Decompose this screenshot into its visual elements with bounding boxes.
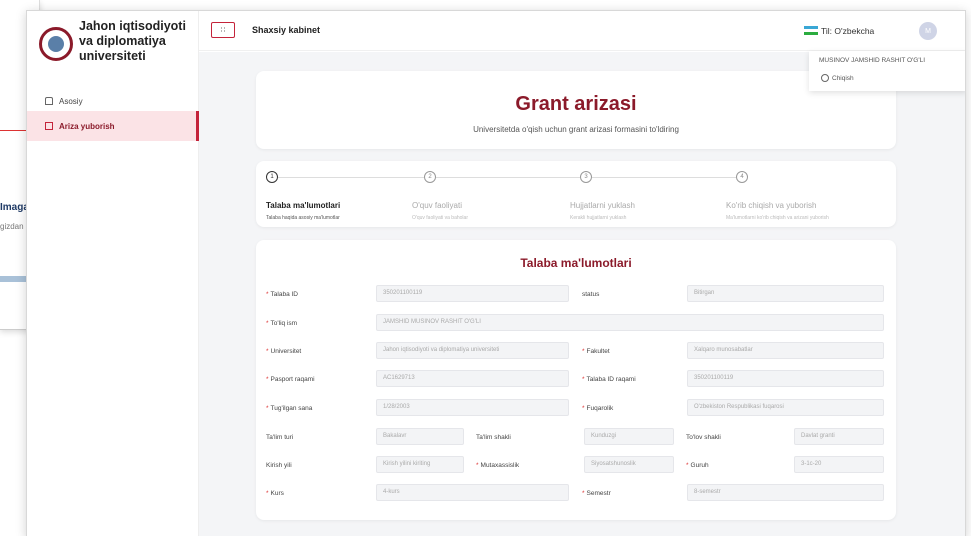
uzbek-flag-icon[interactable] (804, 26, 818, 35)
edu-type-input[interactable]: Bakalavr (376, 428, 464, 445)
citizenship-label: * Fuqarolik (582, 405, 614, 412)
passport-label: * Pasport raqami (266, 376, 315, 383)
step-4[interactable]: 4 Ko'rib chiqish va yuborish Ma'lumotlar… (726, 171, 829, 221)
step-title: Ko'rib chiqish va yuborish (726, 201, 817, 210)
step-number: 4 (736, 171, 748, 183)
status-input[interactable]: Bitirgan (687, 285, 884, 302)
university-logo (39, 27, 73, 61)
topbar: ∷ Shaxsiy kabinet Til: O'zbekcha M (199, 11, 965, 51)
grant-header-card: Grant arizasi Universitetda o'qish uchun… (256, 71, 896, 149)
talaba-id-label: * Talaba ID (266, 291, 298, 298)
stepper: 1 Talaba ma'lumotlari Talaba haqida asos… (256, 161, 896, 227)
step-number: 1 (266, 171, 278, 183)
grid-icon: ∷ (220, 27, 226, 34)
step-title: Talaba ma'lumotlari (266, 201, 341, 210)
entry-year-input[interactable]: Kirish yilini kiriting (376, 456, 464, 473)
step-number: 3 (580, 171, 592, 183)
course-label: * Kurs (266, 490, 284, 497)
step-number: 2 (424, 171, 436, 183)
university-input[interactable]: Jahon iqtisodiyoti va diplomatiya univer… (376, 342, 569, 359)
step-desc: Kerakli hujjatlarni yuklash (570, 215, 627, 221)
main-content: Grant arizasi Universitetda o'qish uchun… (199, 52, 965, 536)
form-title: Talaba ma'lumotlari (520, 256, 632, 270)
student-info-form: Talaba ma'lumotlari * Talaba ID 350201100… (256, 240, 896, 520)
document-icon (45, 122, 53, 130)
talaba-id-input[interactable]: 350201100119 (376, 285, 569, 302)
step-3[interactable]: 3 Hujjatlarni yuklash Kerakli hujjatlarn… (570, 171, 635, 221)
logout-label: Chiqish (832, 74, 854, 82)
birth-date-label: * Tug'ilgan sana (266, 405, 313, 412)
specialty-input[interactable]: Siyosatshunoslik (584, 456, 674, 473)
full-name-label: * To'liq ism (266, 320, 298, 327)
sidebar-item-apply[interactable]: Ariza yuborish (27, 111, 199, 141)
semester-label: * Semestr (582, 490, 611, 497)
sidebar-item-label: Ariza yuborish (59, 121, 115, 131)
passport-input[interactable]: AC1629713 (376, 370, 569, 387)
semester-input[interactable]: 8-semestr (687, 484, 884, 501)
step-desc: Ma'lumotlarni ko'rib chiqish va arizani … (726, 215, 829, 221)
logout-button[interactable]: Chiqish (821, 74, 854, 82)
course-input[interactable]: 4-kurs (376, 484, 569, 501)
full-name-input[interactable]: JAMSHID MUSINOV RASHIT O'G'LI (376, 314, 884, 331)
step-connector (436, 177, 580, 178)
avatar[interactable]: M (919, 22, 937, 40)
student-id-number-input[interactable]: 350201100119 (687, 370, 884, 387)
page-title: Shaxsiy kabinet (252, 25, 321, 35)
citizenship-input[interactable]: O'zbekiston Respublikasi fuqarosi (687, 399, 884, 416)
background-text-fragment: gizdan (0, 222, 24, 231)
sidebar: Jahon iqtisodiyoti va diplomatiya univer… (27, 11, 199, 536)
grant-title: Grant arizasi (515, 93, 637, 115)
user-full-name: MUSINOV JAMSHID RASHIT O'G'LI (819, 57, 926, 64)
step-desc: O'quv faoliyati va baholar (412, 215, 468, 221)
status-label: status (582, 291, 600, 298)
pay-form-label: To'lov shakli (686, 434, 721, 441)
brand[interactable]: Jahon iqtisodiyoti va diplomatiya univer… (39, 19, 197, 64)
student-id-number-label: * Talaba ID raqami (582, 376, 636, 383)
pay-form-input[interactable]: Davlat granti (794, 428, 884, 445)
step-title: O'quv faoliyati (412, 201, 462, 210)
background-title-fragment: Imaga (0, 202, 29, 213)
menu-toggle-button[interactable]: ∷ (211, 22, 235, 38)
grant-subtitle: Universitetda o'qish uchun grant arizasi… (473, 125, 679, 134)
user-dropdown: MUSINOV JAMSHID RASHIT O'G'LI Chiqish (809, 51, 965, 91)
sidebar-item-label: Asosiy (59, 96, 83, 106)
step-1[interactable]: 1 Talaba ma'lumotlari Talaba haqida asos… (266, 171, 340, 221)
edu-type-label: Ta'lim turi (266, 434, 294, 441)
edu-form-input[interactable]: Kunduzgi (584, 428, 674, 445)
university-label: * Universitet (266, 348, 302, 355)
group-input[interactable]: 3-1c-20 (794, 456, 884, 473)
birth-date-input[interactable]: 1/28/2003 (376, 399, 569, 416)
faculty-label: * Fakultet (582, 348, 610, 355)
language-selector[interactable]: Til: O'zbekcha (821, 26, 874, 36)
group-label: * Guruh (686, 462, 709, 469)
step-connector (278, 177, 424, 178)
entry-year-label: Kirish yili (266, 462, 292, 469)
edu-form-label: Ta'lim shakli (476, 434, 511, 441)
step-2[interactable]: 2 O'quv faoliyati O'quv faoliyati va bah… (412, 171, 468, 221)
faculty-input[interactable]: Xalqaro munosabatlar (687, 342, 884, 359)
home-icon (45, 97, 53, 105)
logout-icon (821, 74, 829, 82)
app-window: Jahon iqtisodiyoti va diplomatiya univer… (26, 10, 966, 536)
step-connector (592, 177, 736, 178)
specialty-label: * Mutaxassislik (476, 462, 520, 469)
step-title: Hujjatlarni yuklash (570, 201, 635, 210)
step-desc: Talaba haqida asosiy ma'lumotlar (266, 215, 340, 221)
university-name: Jahon iqtisodiyoti va diplomatiya univer… (79, 19, 186, 63)
